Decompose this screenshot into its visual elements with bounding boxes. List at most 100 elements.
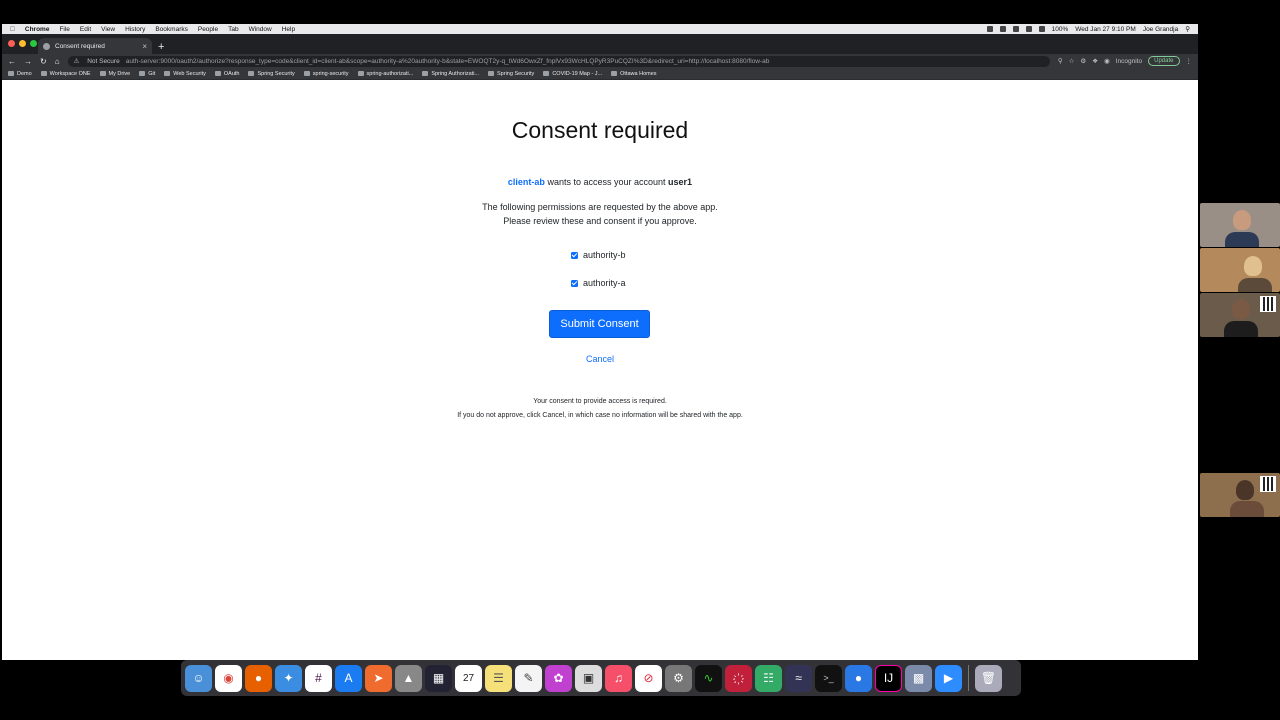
zenhub-icon bbox=[422, 71, 429, 76]
menu-app-name[interactable]: Chrome bbox=[25, 26, 50, 33]
back-icon[interactable]: ← bbox=[8, 57, 16, 66]
mission-control-icon[interactable]: ▦ bbox=[425, 664, 452, 692]
menu-bookmarks[interactable]: Bookmarks bbox=[155, 26, 188, 33]
postman-icon[interactable]: ➤ bbox=[365, 664, 392, 692]
news-icon[interactable]: ⊘ bbox=[635, 664, 662, 692]
video-tile[interactable] bbox=[1200, 473, 1280, 517]
new-tab-button[interactable]: + bbox=[158, 41, 164, 53]
apple-icon[interactable]:  bbox=[10, 26, 15, 33]
cancel-link[interactable]: Cancel bbox=[586, 354, 614, 364]
star-icon[interactable]: ☆ bbox=[1069, 57, 1075, 65]
app-store-icon[interactable]: A bbox=[335, 664, 362, 692]
zoom-app-icon[interactable]: ▶ bbox=[935, 664, 962, 692]
activity-monitor-icon[interactable]: ∿ bbox=[695, 664, 722, 692]
forward-icon[interactable]: → bbox=[24, 57, 32, 66]
chrome-icon[interactable]: ◉ bbox=[215, 664, 242, 692]
shield-icon[interactable] bbox=[999, 26, 1006, 32]
request-text: wants to access your account bbox=[547, 177, 666, 187]
slack-icon[interactable]: # bbox=[305, 664, 332, 692]
intellij-icon[interactable]: IJ bbox=[875, 664, 902, 692]
textedit-icon[interactable]: ✎ bbox=[515, 664, 542, 692]
bookmark-label: Spring Security bbox=[257, 70, 295, 77]
footnote: Your consent to provide access is requir… bbox=[2, 395, 1198, 423]
update-button[interactable]: Update bbox=[1148, 56, 1180, 66]
git-icon[interactable]: ҉ bbox=[725, 664, 752, 692]
bookmark-item[interactable]: Demo bbox=[8, 71, 32, 77]
battery-percent[interactable]: 100% bbox=[1052, 26, 1069, 33]
bookmark-label: Spring Security bbox=[497, 70, 535, 77]
wifi-icon[interactable] bbox=[1025, 26, 1032, 32]
home-icon[interactable]: ⌂ bbox=[55, 57, 60, 66]
reload-icon[interactable]: ↻ bbox=[40, 57, 47, 66]
bookmark-item[interactable]: Git bbox=[139, 71, 155, 77]
puzzle-icon[interactable]: ❖ bbox=[1092, 57, 1098, 65]
location-icon[interactable] bbox=[986, 26, 993, 32]
scope-authority-b[interactable]: authority-b bbox=[571, 250, 626, 260]
maps-icon[interactable]: ● bbox=[845, 664, 872, 692]
user-name[interactable]: Joe Grandja bbox=[1143, 26, 1178, 33]
extension-icon[interactable]: ⚙ bbox=[1080, 57, 1086, 65]
close-tab-icon[interactable]: × bbox=[142, 42, 147, 51]
bookmark-item[interactable]: spring-authorizati... bbox=[357, 71, 413, 77]
video-tile[interactable] bbox=[1200, 293, 1280, 337]
photo-icon[interactable]: ✿ bbox=[545, 664, 572, 692]
scope-authority-a[interactable]: authority-a bbox=[571, 278, 626, 288]
more-menu-icon[interactable]: ⋮ bbox=[1186, 57, 1193, 65]
video-tile[interactable] bbox=[1200, 248, 1280, 292]
scope-checkbox[interactable] bbox=[571, 251, 578, 259]
bookmark-item[interactable]: COVID-19 Map - J... bbox=[543, 71, 602, 77]
tab-consent[interactable]: Consent required × bbox=[38, 38, 152, 54]
menu-people[interactable]: People bbox=[198, 26, 218, 33]
scope-checkbox[interactable] bbox=[571, 279, 578, 287]
trash-icon[interactable]: 🗑 bbox=[975, 664, 1002, 692]
screenshot-icon[interactable]: ▣ bbox=[575, 664, 602, 692]
firefox-icon[interactable]: ● bbox=[245, 664, 272, 692]
sourcetree-icon[interactable]: ☷ bbox=[755, 664, 782, 692]
menu-edit[interactable]: Edit bbox=[80, 26, 91, 33]
bookmark-label: spring-security bbox=[312, 70, 349, 77]
minimize-window-button[interactable] bbox=[19, 40, 26, 47]
music-icon[interactable]: ♫ bbox=[605, 664, 632, 692]
calendar-icon[interactable]: 27 bbox=[455, 664, 482, 692]
zenhub-icon bbox=[488, 71, 495, 76]
participant-body bbox=[1238, 278, 1272, 292]
volume-icon[interactable] bbox=[1038, 26, 1045, 32]
finder-icon[interactable]: ☺ bbox=[185, 664, 212, 692]
zoom-icon[interactable]: ⚲ bbox=[1058, 57, 1063, 65]
consent-page: Consent required client-ab wants to acce… bbox=[2, 86, 1198, 660]
preview-icon[interactable]: ▩ bbox=[905, 664, 932, 692]
close-window-button[interactable] bbox=[8, 40, 15, 47]
menu-view[interactable]: View bbox=[101, 26, 115, 33]
bookmark-item[interactable]: Ottawa Homes bbox=[611, 71, 657, 77]
bookmark-item[interactable]: OAuth bbox=[214, 70, 240, 77]
bookmark-item[interactable]: Spring Authorizati... bbox=[422, 71, 479, 77]
bookmark-item[interactable]: My Drive bbox=[99, 71, 130, 77]
terminal-icon[interactable]: >_ bbox=[815, 664, 842, 692]
bookmark-item[interactable]: spring-security bbox=[303, 70, 349, 77]
bookmark-item[interactable]: Workspace ONE bbox=[40, 71, 91, 77]
url-text[interactable]: auth-server:9000/oauth2/authorize?respon… bbox=[126, 58, 770, 65]
menu-tab[interactable]: Tab bbox=[228, 26, 238, 33]
bookmark-item[interactable]: Spring Security bbox=[488, 71, 534, 77]
menu-window[interactable]: Window bbox=[249, 26, 272, 33]
sync-icon[interactable] bbox=[1012, 26, 1019, 32]
folder-icon bbox=[214, 71, 221, 76]
menu-history[interactable]: History bbox=[125, 26, 145, 33]
zoom-window-button[interactable] bbox=[30, 40, 37, 47]
bookmark-item[interactable]: Web Security bbox=[164, 71, 206, 77]
system-preferences-icon[interactable]: ⚙ bbox=[665, 664, 692, 692]
safari-icon[interactable]: ✦ bbox=[275, 664, 302, 692]
bookmark-label: OAuth bbox=[223, 70, 240, 77]
clock[interactable]: Wed Jan 27 9:10 PM bbox=[1075, 26, 1136, 33]
address-bar[interactable]: ⚠ Not Secure auth-server:9000/oauth2/aut… bbox=[67, 55, 1050, 67]
submit-consent-button[interactable]: Submit Consent bbox=[549, 310, 650, 338]
menu-help[interactable]: Help bbox=[282, 26, 295, 33]
bookmark-item[interactable]: Spring Security bbox=[248, 70, 295, 77]
video-tile[interactable] bbox=[1200, 203, 1280, 247]
menu-file[interactable]: File bbox=[59, 26, 69, 33]
notes-icon[interactable]: ☰ bbox=[485, 664, 512, 692]
launchpad-icon[interactable]: ▲ bbox=[395, 664, 422, 692]
search-icon[interactable]: ⚲ bbox=[1185, 25, 1190, 33]
sequel-icon[interactable]: ≈ bbox=[785, 664, 812, 692]
permissions-line-1: The following permissions are requested … bbox=[482, 202, 718, 212]
